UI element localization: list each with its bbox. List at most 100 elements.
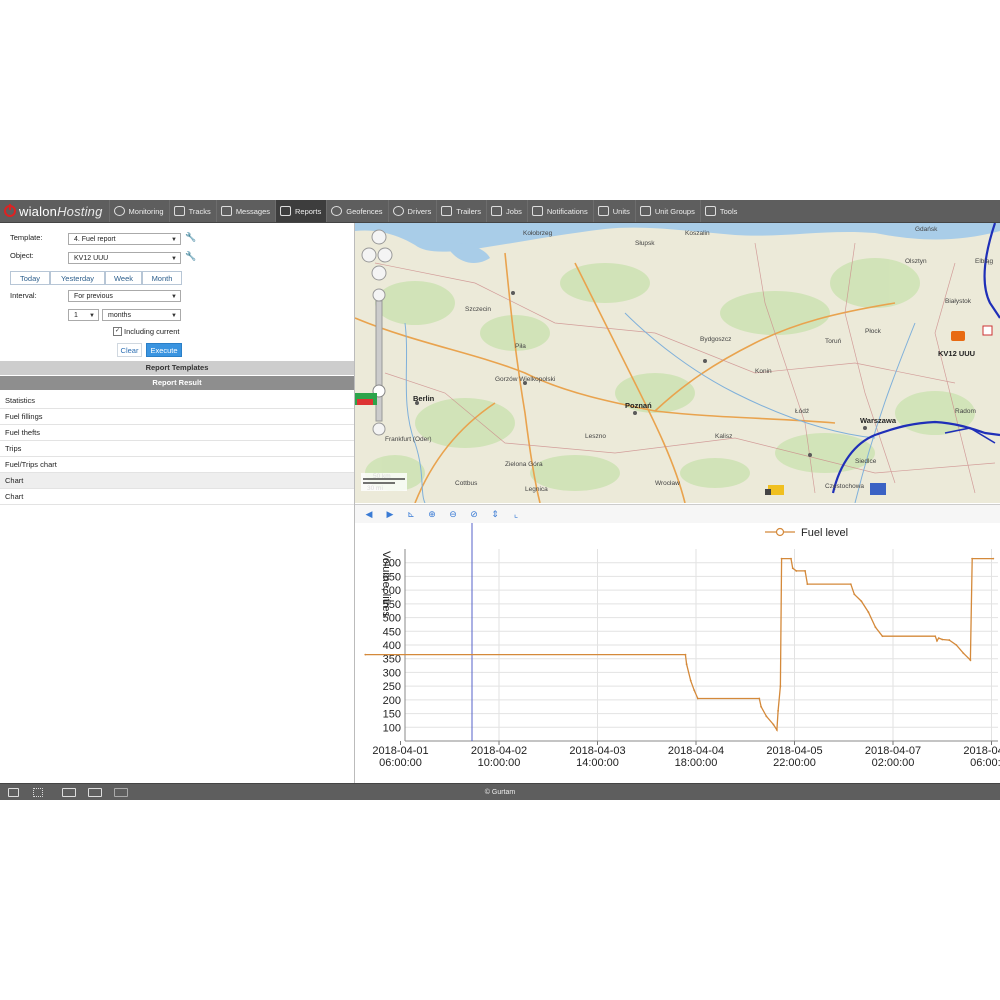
axis-icon[interactable]: ⊾: [404, 508, 418, 520]
data-point: [992, 557, 995, 560]
nav-monitoring[interactable]: Monitoring: [108, 200, 169, 222]
data-point: [779, 685, 782, 688]
wrench-icon[interactable]: 🔧: [185, 251, 196, 262]
pan-down-button[interactable]: [371, 265, 387, 281]
data-point: [948, 639, 951, 641]
report-result-item[interactable]: Fuel thefts: [0, 425, 354, 441]
execute-button[interactable]: Execute: [146, 343, 182, 357]
period-today-button[interactable]: Today: [10, 271, 50, 285]
map-place-label: Koszalin: [685, 230, 710, 237]
data-point: [853, 593, 856, 596]
nav-units[interactable]: Units: [592, 200, 635, 222]
y-tick-label: 400: [383, 640, 401, 652]
series-line-fuel-level[interactable]: [365, 557, 994, 733]
report-result-item[interactable]: Chart: [0, 473, 354, 489]
report-result-item[interactable]: Fuel/Trips chart: [0, 457, 354, 473]
truck-list-icon[interactable]: [62, 788, 76, 797]
interval-count-value: 1: [74, 312, 78, 319]
more-icon[interactable]: [114, 788, 128, 797]
nav-label: Tracks: [188, 206, 211, 216]
van-icon[interactable]: [88, 788, 102, 797]
nav-messages[interactable]: Messages: [215, 200, 275, 222]
x-tick-date: 2018-04-02: [471, 745, 527, 757]
data-point: [804, 570, 806, 572]
zoom-out-button[interactable]: [372, 422, 386, 436]
zoom-in-icon[interactable]: ⊕: [425, 508, 439, 520]
report-result-item[interactable]: Trips: [0, 441, 354, 457]
period-yesterday-button[interactable]: Yesterday: [50, 271, 105, 285]
template-select[interactable]: 4. Fuel report ▼: [68, 233, 181, 245]
dropdown-arrow-icon: ▼: [89, 313, 95, 319]
x-tick-time: 06:00:00: [379, 757, 422, 769]
period-month-button[interactable]: Month: [142, 271, 182, 285]
grid-icon[interactable]: [33, 788, 43, 797]
object-select[interactable]: KV12 UUU ▼: [68, 252, 181, 264]
period-week-button[interactable]: Week: [105, 271, 142, 285]
nav-drivers[interactable]: Drivers: [387, 200, 437, 222]
truck-icon[interactable]: [870, 483, 886, 495]
zoom-in-button[interactable]: [372, 288, 386, 302]
interval-select[interactable]: For previous ▼: [68, 290, 181, 302]
truck-icon[interactable]: [765, 485, 784, 495]
report-templates-header[interactable]: Report Templates: [0, 361, 354, 375]
fit-icon[interactable]: ⇕: [488, 508, 502, 520]
nav-reports[interactable]: Reports: [275, 200, 327, 222]
data-point: [364, 653, 367, 656]
map-scale: [361, 473, 407, 491]
zoom-out-icon[interactable]: ⊖: [446, 508, 460, 520]
map-canvas[interactable]: Kołobrzeg Koszalin Słupsk Gdańsk Szczecin Pił…: [355, 223, 1000, 503]
y-tick-label: 150: [383, 709, 401, 721]
pan-up-button[interactable]: [371, 229, 387, 245]
data-point: [941, 638, 944, 641]
nav-label: Jobs: [506, 206, 522, 216]
legend-marker: [775, 527, 785, 537]
chart-settings-icon[interactable]: ⌞: [509, 508, 523, 520]
logo-mark-icon: [4, 204, 16, 217]
pan-left-button[interactable]: [361, 247, 377, 263]
report-result-item[interactable]: Chart: [0, 489, 354, 505]
notifications-icon: [531, 206, 543, 216]
fuel-chart[interactable]: 100 150 200 250 300 350 400 450 500 550 600 650 700 2…: [355, 523, 1000, 783]
interval-label: Interval:: [10, 291, 37, 300]
interval-count-select[interactable]: 1 ▼: [68, 309, 99, 321]
next-arrow-icon[interactable]: ▶: [383, 508, 397, 520]
interval-unit-select[interactable]: months ▼: [102, 309, 181, 321]
pan-right-button[interactable]: [377, 247, 393, 263]
route-track-north: [983, 223, 1000, 319]
nav-label: Drivers: [407, 206, 432, 216]
report-result-item[interactable]: Fuel fillings: [0, 409, 354, 425]
wialon-logo[interactable]: wialonHosting: [0, 200, 109, 222]
nav-unit-groups[interactable]: Unit Groups: [634, 200, 700, 222]
wrench-icon[interactable]: 🔧: [185, 232, 196, 243]
chart-canvas[interactable]: 1001502002503003504004505005506006507002…: [355, 523, 1000, 783]
y-tick-label: 300: [383, 667, 401, 679]
legend-label[interactable]: Fuel level: [801, 527, 848, 539]
interval-unit-value: months: [108, 312, 131, 319]
zoom-reset-icon[interactable]: ⊘: [467, 508, 481, 520]
nav-tracks[interactable]: Tracks: [168, 200, 216, 222]
panel-toggle-icon[interactable]: [8, 788, 19, 797]
map-place-label: Siedlce: [855, 458, 877, 465]
data-point: [765, 715, 768, 718]
report-result-header[interactable]: Report Result: [0, 376, 354, 390]
vehicle-icon[interactable]: [355, 393, 377, 405]
nav-notifications[interactable]: Notifications: [526, 200, 593, 222]
map-place-label: Warszawa: [860, 416, 897, 425]
prev-arrow-icon[interactable]: ◀: [362, 508, 376, 520]
x-tick-time: 06:00:00: [970, 757, 1000, 769]
nav-jobs[interactable]: Jobs: [486, 200, 527, 222]
map-view[interactable]: Kołobrzeg Koszalin Słupsk Gdańsk Szczecin Pił…: [355, 223, 1000, 503]
nav-tools[interactable]: Tools: [699, 200, 743, 222]
data-point: [776, 729, 778, 731]
clear-button[interactable]: Clear: [117, 343, 142, 357]
report-panel: Template: 4. Fuel report ▼ 🔧 Object: KV1…: [0, 223, 355, 783]
nav-trailers[interactable]: Trailers: [436, 200, 486, 222]
vehicle-icon[interactable]: [951, 325, 993, 341]
nav-geofences[interactable]: Geofences: [326, 200, 387, 222]
map-place-label: Gorzów Wielkopolski: [495, 376, 555, 383]
data-point: [758, 697, 761, 700]
report-result-item[interactable]: Statistics: [0, 393, 354, 409]
map-place-label: Radom: [955, 408, 976, 415]
including-current-checkbox[interactable]: ✓: [113, 327, 122, 336]
data-point: [849, 583, 852, 586]
